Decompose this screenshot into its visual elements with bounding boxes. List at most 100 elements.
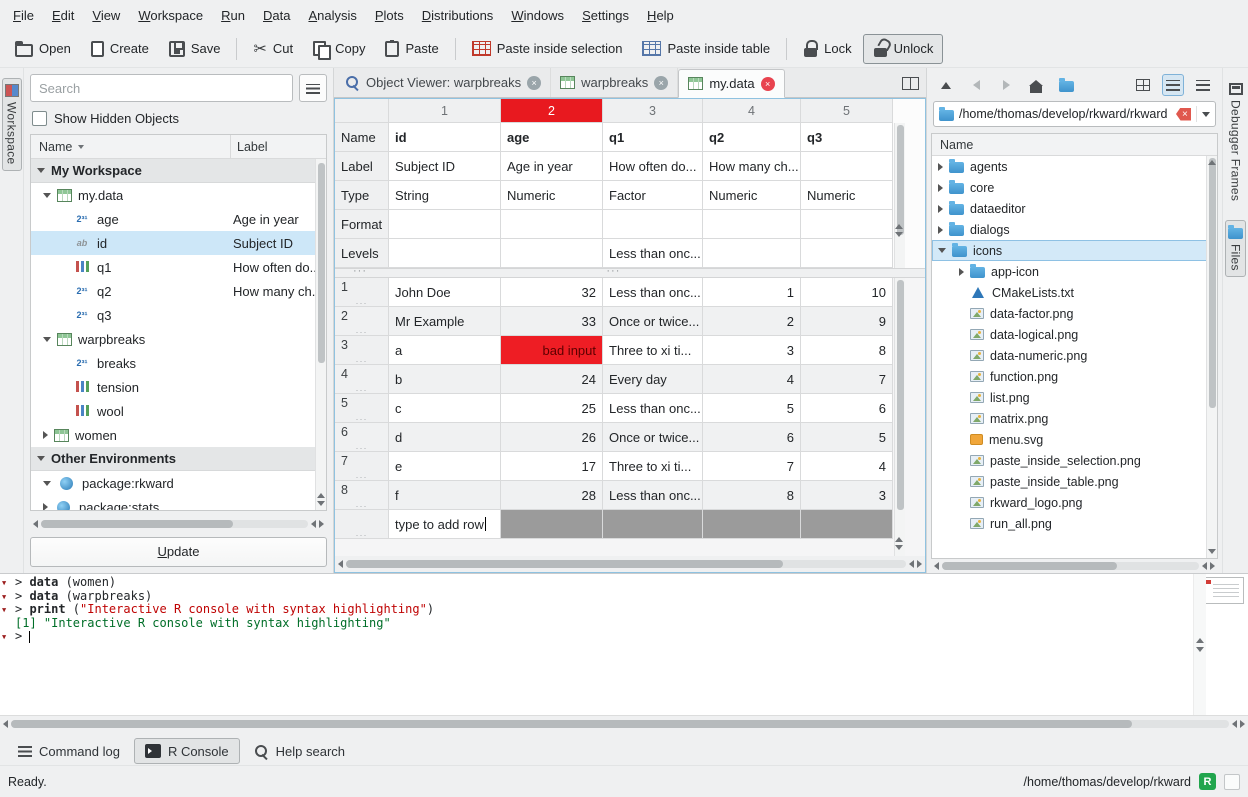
data-cell[interactable]: 5 — [801, 423, 893, 452]
data-cell[interactable]: 4 — [801, 452, 893, 481]
file-item-app-icon[interactable]: app-icon — [932, 261, 1217, 282]
meta-cell[interactable]: Numeric — [501, 181, 603, 210]
cut-button[interactable]: Cut — [244, 34, 302, 64]
meta-cell[interactable] — [801, 239, 893, 268]
lock-button[interactable]: Lock — [794, 34, 860, 64]
collapse-icon[interactable] — [43, 193, 51, 198]
collapse-icon[interactable] — [938, 248, 946, 253]
meta-vertical-scrollbar[interactable] — [894, 123, 905, 268]
column-header[interactable]: 1 — [389, 99, 501, 123]
clear-location-icon[interactable] — [1176, 108, 1191, 121]
meta-cell[interactable]: Factor — [603, 181, 703, 210]
data-cell[interactable]: 32 — [501, 278, 603, 307]
console-vertical-scrollbar[interactable] — [1193, 574, 1206, 715]
tree-item-package-rkward[interactable]: package:rkward — [31, 471, 326, 495]
data-cell[interactable]: e — [389, 452, 501, 481]
file-item-core[interactable]: core — [932, 177, 1217, 198]
file-item-paste-inside-selection[interactable]: paste_inside_selection.png — [932, 450, 1217, 471]
tree-section-other-environments[interactable]: Other Environments — [31, 447, 326, 471]
meta-cell[interactable] — [603, 210, 703, 239]
add-row-placeholder[interactable]: type to add row — [395, 517, 484, 532]
tab-my-data[interactable]: my.data — [678, 69, 784, 98]
column-header-active[interactable]: 2 — [501, 99, 603, 123]
file-item-run-all[interactable]: run_all.png — [932, 513, 1217, 534]
data-cell[interactable]: Less than onc... — [603, 278, 703, 307]
places-button[interactable] — [1055, 74, 1077, 96]
menu-edit[interactable]: Edit — [43, 3, 83, 28]
paste-inside-table-button[interactable]: Paste inside table — [633, 34, 779, 64]
data-cell[interactable]: 33 — [501, 307, 603, 336]
search-input[interactable] — [30, 74, 293, 102]
tab-object-viewer-warpbreaks[interactable]: Object Viewer: warpbreaks — [336, 68, 551, 97]
meta-cell[interactable] — [801, 152, 893, 181]
data-cell[interactable]: 17 — [501, 452, 603, 481]
files-dock-tab[interactable]: Files — [1225, 220, 1246, 277]
tree-item-q1[interactable]: q1How often do... — [31, 255, 326, 279]
meta-cell[interactable] — [801, 210, 893, 239]
menu-data[interactable]: Data — [254, 3, 299, 28]
meta-cell[interactable]: Numeric — [703, 181, 801, 210]
tree-item-wool[interactable]: wool — [31, 399, 326, 423]
add-row[interactable]: type to add row — [335, 510, 925, 539]
tree-item-warpbreaks[interactable]: warpbreaks — [31, 327, 326, 351]
save-button[interactable]: Save — [160, 34, 230, 64]
file-item-dataeditor[interactable]: dataeditor — [932, 198, 1217, 219]
file-vertical-scrollbar[interactable] — [1206, 156, 1217, 558]
file-item-icons[interactable]: icons — [932, 240, 1217, 261]
data-cell[interactable]: Three to xi ti... — [603, 336, 703, 365]
configure-columns-button[interactable] — [299, 74, 327, 102]
data-cell[interactable]: 6 — [703, 423, 801, 452]
meta-cell[interactable]: age — [501, 123, 603, 152]
data-cell[interactable]: 8 — [801, 336, 893, 365]
back-button[interactable] — [965, 74, 987, 96]
combobox-dropdown[interactable] — [1196, 106, 1210, 122]
location-combobox[interactable]: home/thomas/develop/rkward/rkward/ — [933, 101, 1216, 127]
r-console[interactable]: > data (women) > data (warpbreaks) > pri… — [0, 574, 1248, 716]
row-number[interactable]: 7 — [341, 454, 348, 468]
data-cell[interactable]: Mr Example — [389, 307, 501, 336]
data-cell[interactable]: 28 — [501, 481, 603, 510]
row-number[interactable]: 1 — [341, 280, 348, 294]
menu-analysis[interactable]: Analysis — [299, 3, 365, 28]
data-cell[interactable]: 24 — [501, 365, 603, 394]
update-button[interactable]: Update — [30, 537, 327, 567]
collapse-icon[interactable] — [43, 481, 51, 486]
column-header[interactable]: 4 — [703, 99, 801, 123]
tree-item-clipped[interactable]: package:stats — [31, 495, 326, 510]
menu-windows[interactable]: Windows — [502, 3, 573, 28]
data-cell[interactable]: 10 — [801, 278, 893, 307]
menu-help[interactable]: Help — [638, 3, 683, 28]
data-cell[interactable]: 25 — [501, 394, 603, 423]
console-horizontal-scrollbar[interactable] — [0, 716, 1248, 731]
meta-cell[interactable]: q2 — [703, 123, 801, 152]
meta-cell[interactable] — [389, 210, 501, 239]
tree-vertical-scrollbar[interactable] — [315, 159, 326, 510]
meta-cell[interactable]: id — [389, 123, 501, 152]
pane-splitter[interactable] — [335, 268, 925, 278]
expand-icon[interactable] — [938, 226, 943, 234]
data-cell[interactable]: 3 — [801, 481, 893, 510]
expand-icon[interactable] — [938, 163, 943, 171]
data-cell[interactable]: 2 — [703, 307, 801, 336]
meta-cell[interactable] — [703, 239, 801, 268]
menu-workspace[interactable]: Workspace — [129, 3, 212, 28]
split-view-button[interactable] — [896, 71, 924, 95]
label-column-header[interactable]: Label — [231, 140, 268, 154]
r-console-tab[interactable]: R Console — [134, 738, 240, 764]
row-number[interactable]: 4 — [341, 367, 348, 381]
tree-item-q2[interactable]: q2How many ch... — [31, 279, 326, 303]
data-cell[interactable]: Every day — [603, 365, 703, 394]
menu-run[interactable]: Run — [212, 3, 254, 28]
file-scroll-down-arrow[interactable] — [1208, 549, 1216, 554]
icon-view-button[interactable] — [1132, 74, 1154, 96]
file-item-data-factor[interactable]: data-factor.png — [932, 303, 1217, 324]
data-cell[interactable]: Three to xi ti... — [603, 452, 703, 481]
help-search-tab[interactable]: Help search — [244, 738, 355, 764]
row-number[interactable]: 5 — [341, 396, 348, 410]
close-modified-tab-icon[interactable] — [761, 77, 775, 91]
file-scroll-up-arrow[interactable] — [1208, 160, 1216, 165]
data-cell[interactable]: 5 — [703, 394, 801, 423]
file-item-paste-inside-table[interactable]: paste_inside_table.png — [932, 471, 1217, 492]
data-cell[interactable]: 7 — [801, 365, 893, 394]
file-item-rkward-logo[interactable]: rkward_logo.png — [932, 492, 1217, 513]
